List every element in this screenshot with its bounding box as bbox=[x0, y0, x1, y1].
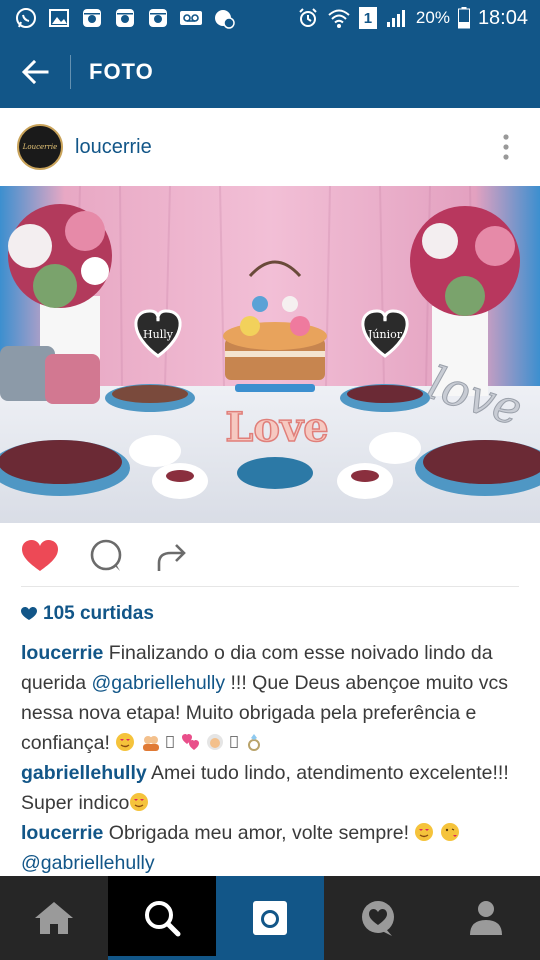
comment-mention[interactable]: @gabriellehully bbox=[21, 852, 155, 874]
instagram-icon bbox=[113, 6, 137, 30]
heart-eyes-emoji-icon bbox=[116, 733, 135, 751]
comment-username[interactable]: gabriellehully bbox=[21, 762, 147, 784]
heart-eyes-emoji-icon bbox=[415, 823, 434, 841]
sim-label: 1 bbox=[358, 7, 377, 29]
heart-icon bbox=[22, 540, 58, 571]
actions-divider bbox=[21, 586, 519, 587]
comment-item: gabriellehully Amei tudo lindo, atendime… bbox=[21, 758, 526, 818]
app-bar-divider bbox=[70, 55, 71, 89]
nav-search[interactable] bbox=[108, 876, 216, 960]
comments-list: loucerrie Finalizando o dia com esse noi… bbox=[21, 638, 526, 878]
likes-text: 105 curtidas bbox=[43, 603, 154, 624]
nav-camera[interactable] bbox=[216, 876, 324, 960]
missing-glyph-icon bbox=[230, 736, 239, 748]
battery-icon bbox=[457, 6, 471, 30]
nav-home[interactable] bbox=[0, 876, 108, 960]
camera-icon bbox=[253, 901, 287, 935]
more-vertical-icon bbox=[503, 134, 509, 160]
bride-emoji-icon bbox=[207, 734, 223, 750]
topper-left-text: Hully bbox=[143, 328, 174, 341]
voicemail-icon bbox=[179, 6, 203, 30]
comment-item: loucerrie Obrigada meu amor, volte sempr… bbox=[21, 818, 526, 878]
battery-percent: 20% bbox=[415, 8, 450, 27]
topper-right-text: Júnior bbox=[367, 328, 403, 341]
whatsapp-icon bbox=[14, 6, 38, 30]
nav-profile[interactable] bbox=[432, 876, 540, 960]
heart-eyes-emoji-icon bbox=[130, 793, 149, 811]
avatar-logo-text: Loucerrie bbox=[22, 143, 58, 151]
love-sign-text: Love bbox=[225, 404, 329, 451]
alarm-icon bbox=[296, 6, 320, 30]
arrow-left-icon bbox=[21, 59, 49, 85]
avatar[interactable]: Loucerrie bbox=[17, 124, 63, 170]
instagram-icon bbox=[80, 6, 104, 30]
profile-icon bbox=[470, 901, 502, 935]
wifi-icon bbox=[327, 6, 351, 30]
like-button[interactable] bbox=[20, 536, 60, 576]
small-heart-icon bbox=[21, 607, 37, 620]
share-icon bbox=[157, 544, 186, 571]
ring-emoji-icon bbox=[247, 734, 260, 751]
kiss-emoji-icon bbox=[440, 823, 459, 841]
comment-mention[interactable]: @gabriellehully bbox=[91, 672, 225, 694]
missing-glyph-icon bbox=[166, 736, 174, 748]
weather-icon bbox=[212, 6, 236, 30]
nav-activity[interactable] bbox=[324, 876, 432, 960]
comment-icon bbox=[90, 539, 122, 571]
heart-bubble-icon bbox=[362, 901, 394, 936]
post-photo[interactable]: Hully Júnior Love love bbox=[0, 186, 540, 523]
signal-icon bbox=[385, 6, 409, 30]
share-button[interactable] bbox=[152, 536, 192, 576]
post-header: Loucerrie loucerrie bbox=[0, 108, 540, 186]
instagram-icon bbox=[146, 6, 170, 30]
two-hearts-emoji-icon bbox=[181, 734, 199, 750]
sim-card-icon: 1 bbox=[358, 6, 378, 30]
more-options-button[interactable] bbox=[494, 127, 518, 167]
nav-active-indicator bbox=[108, 956, 216, 960]
clock: 18:04 bbox=[477, 6, 528, 29]
post-username[interactable]: loucerrie bbox=[75, 136, 152, 159]
bottom-navigation bbox=[0, 876, 540, 960]
status-bar: 1 20% 18:04 bbox=[0, 0, 540, 36]
page-title: FOTO bbox=[89, 59, 154, 84]
photo-illustration: Hully Júnior Love love bbox=[0, 186, 540, 523]
search-icon bbox=[145, 901, 181, 937]
couple-emoji-icon bbox=[142, 736, 159, 751]
app-bar: FOTO bbox=[0, 36, 540, 108]
comment-button[interactable] bbox=[86, 536, 126, 576]
gallery-icon bbox=[47, 6, 71, 30]
post-actions bbox=[0, 523, 540, 589]
comment-text: Obrigada meu amor, volte sempre! bbox=[103, 822, 415, 844]
comment-item: loucerrie Finalizando o dia com esse noi… bbox=[21, 638, 526, 758]
back-button[interactable] bbox=[0, 36, 70, 108]
comment-username[interactable]: loucerrie bbox=[21, 642, 103, 664]
likes-count[interactable]: 105 curtidas bbox=[21, 603, 154, 625]
comment-username[interactable]: loucerrie bbox=[21, 822, 103, 844]
home-icon bbox=[35, 902, 73, 934]
